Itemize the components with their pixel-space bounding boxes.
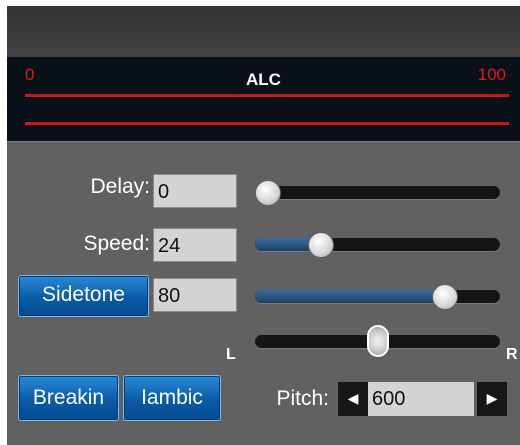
pitch-increase-button[interactable]: ▶ [477, 382, 507, 416]
cw-panel: 0 ALC 100 Delay: 0 Speed: 24 Sidetone 80 [7, 6, 520, 445]
pan-left-label: L [226, 346, 236, 363]
meter-bar-top [25, 94, 509, 97]
meter-title: ALC [246, 70, 281, 89]
title-bar [7, 6, 520, 57]
pitch-decrease-button[interactable]: ◀ [338, 382, 368, 416]
pitch-label: Pitch: [276, 387, 329, 410]
triangle-right-icon: ▶ [486, 391, 498, 407]
delay-slider-thumb[interactable] [255, 180, 281, 206]
sidetone-slider-thumb[interactable] [431, 284, 458, 310]
speed-field[interactable]: 24 [153, 228, 237, 262]
breakin-button[interactable]: Breakin [18, 375, 119, 421]
delay-slider[interactable] [255, 180, 500, 206]
delay-field[interactable]: 0 [153, 174, 237, 208]
sidetone-slider[interactable] [255, 284, 500, 310]
speed-slider-thumb[interactable] [308, 232, 335, 258]
sidetone-button[interactable]: Sidetone [18, 275, 149, 317]
speed-label: Speed: [83, 232, 150, 255]
delay-label: Delay: [90, 175, 150, 198]
sidetone-field[interactable]: 80 [153, 278, 237, 312]
meter-max-label: 100 [477, 65, 506, 84]
pan-slider-thumb[interactable] [366, 325, 389, 357]
triangle-left-icon: ◀ [347, 391, 359, 407]
iambic-button[interactable]: Iambic [123, 375, 221, 421]
alc-meter: 0 ALC 100 [7, 57, 520, 141]
sidetone-slider-fill [255, 290, 444, 303]
pan-right-label: R [506, 346, 518, 363]
pitch-field[interactable]: 600 [368, 382, 474, 416]
speed-slider[interactable] [255, 232, 500, 258]
meter-bar-bottom [25, 122, 509, 125]
pan-slider[interactable] [255, 325, 500, 357]
cw-controls: Delay: 0 Speed: 24 Sidetone 80 L R Break… [7, 141, 520, 445]
